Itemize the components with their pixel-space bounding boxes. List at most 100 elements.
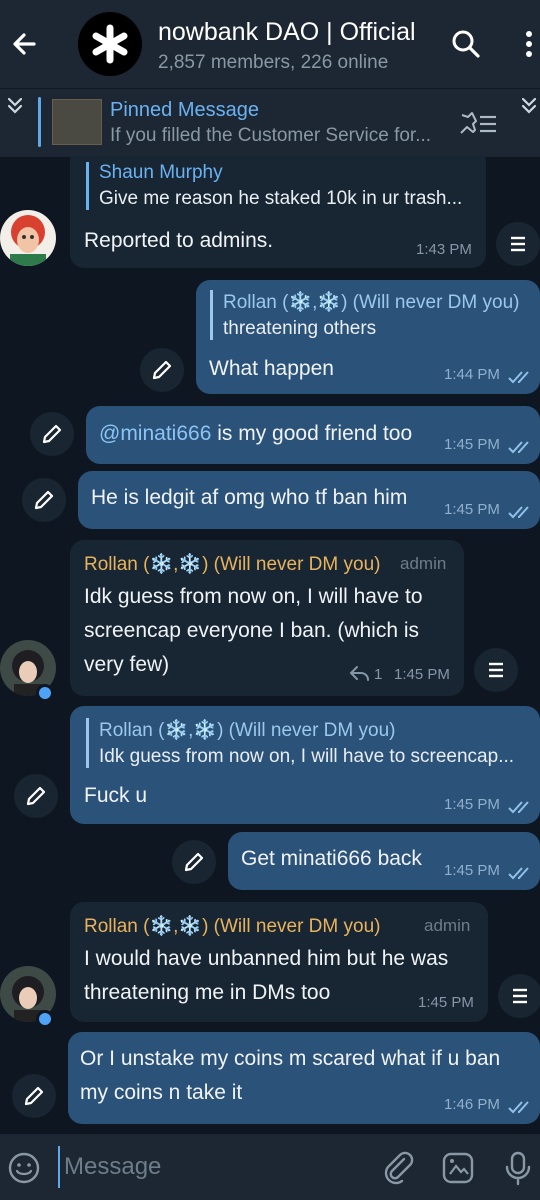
edit-button[interactable]: [30, 412, 74, 456]
message-time: 1:45 PM: [444, 862, 500, 879]
reply-quote[interactable]: Rollan (❄️,❄️) (Will never DM you) Idk g…: [86, 718, 539, 768]
reply-sender: Rollan (❄️,❄️) (Will never DM you): [223, 292, 520, 313]
pencil-icon: [152, 360, 172, 380]
asterisk-logo-icon: [92, 24, 128, 64]
hamburger-icon: [511, 236, 525, 252]
message-time: 1:44 PM: [444, 366, 500, 383]
edit-button[interactable]: [22, 478, 66, 522]
edit-button[interactable]: [12, 1074, 56, 1118]
message-line: my coins n take it: [80, 1081, 243, 1104]
message-line: threatening me in DMs too: [84, 981, 331, 1004]
reply-text: Give me reason he staked 10k in ur trash…: [99, 188, 463, 209]
message-menu-button[interactable]: [498, 974, 540, 1018]
read-checkmarks-icon: [508, 506, 529, 519]
group-avatar[interactable]: [78, 12, 142, 76]
message-input[interactable]: [58, 1146, 366, 1188]
message-time: 1:45 PM: [394, 666, 450, 683]
attach-paperclip-icon[interactable]: [380, 1150, 416, 1186]
reply-arrow-icon: [349, 666, 369, 681]
edit-button[interactable]: [140, 348, 184, 392]
member-count: 2,857 members, 226 online: [158, 52, 389, 73]
read-checkmarks-icon: [508, 441, 529, 454]
sender-name[interactable]: Rollan (❄️,❄️) (Will never DM you): [84, 552, 380, 576]
message-line: I would have unbanned him but he was: [84, 947, 449, 970]
pencil-icon: [26, 786, 46, 806]
hamburger-icon: [513, 988, 527, 1004]
reply-text: threatening others: [223, 318, 377, 339]
edit-button[interactable]: [172, 840, 216, 884]
message-text: I would have unbanned him but he was thr…: [84, 942, 448, 1010]
chat-title[interactable]: nowbank DAO | Official: [158, 18, 440, 47]
message-text: Reported to admins.: [84, 229, 274, 252]
chevron-double-down-icon[interactable]: [518, 95, 540, 117]
read-checkmarks-icon: [508, 371, 529, 384]
message-composer: [0, 1134, 540, 1200]
message-time: 1:45 PM: [444, 501, 500, 518]
sticker-icon[interactable]: [440, 1150, 476, 1186]
more-vertical-icon[interactable]: [522, 28, 536, 60]
pinned-text: If you filled the Customer Service for..…: [110, 125, 432, 146]
pinned-thumbnail: [52, 99, 102, 145]
microphone-icon[interactable]: [500, 1150, 536, 1186]
search-icon[interactable]: [450, 28, 482, 60]
back-arrow-icon[interactable]: [8, 24, 40, 64]
message-time: 1:45 PM: [444, 796, 500, 813]
message-menu-button[interactable]: [474, 648, 518, 692]
message-text: He is ledgit af omg who tf ban him: [91, 486, 408, 509]
online-indicator: [36, 1010, 54, 1028]
reply-quote[interactable]: Rollan (❄️,❄️) (Will never DM you) threa…: [210, 290, 540, 340]
message-bubble-incoming[interactable]: Rollan (❄️,❄️) (Will never DM you) admin…: [70, 540, 464, 696]
message-bubble-outgoing[interactable]: Or I unstake my coins m scared what if u…: [68, 1032, 540, 1124]
reply-count[interactable]: 1: [374, 666, 382, 683]
hamburger-icon: [489, 662, 503, 678]
message-time: 1:45 PM: [444, 436, 500, 453]
message-time: 1:46 PM: [444, 1096, 500, 1113]
admin-badge: admin: [400, 554, 447, 573]
edit-button[interactable]: [14, 774, 58, 818]
pinned-message-bar[interactable]: Pinned Message If you filled the Custome…: [0, 88, 540, 157]
message-text: Get minati666 back: [241, 847, 422, 870]
read-checkmarks-icon: [508, 1101, 529, 1114]
emoji-icon[interactable]: [6, 1150, 42, 1186]
mention-link[interactable]: @minati666: [99, 422, 211, 445]
message-bubble-incoming[interactable]: Rollan (❄️,❄️) (Will never DM you) admin…: [70, 902, 488, 1022]
pencil-icon: [42, 424, 62, 444]
pinned-title: Pinned Message: [110, 99, 259, 121]
message-bubble-outgoing[interactable]: Rollan (❄️,❄️) (Will never DM you) threa…: [196, 280, 540, 394]
reply-text: Idk guess from now on, I will have to sc…: [99, 746, 515, 767]
online-indicator: [36, 684, 54, 702]
message-bubble-outgoing[interactable]: Get minati666 back 1:45 PM: [228, 832, 540, 890]
sender-avatar[interactable]: [0, 210, 56, 266]
message-line: very few): [84, 653, 170, 676]
message-text: Idk guess from now on, I will have to sc…: [84, 580, 423, 682]
message-menu-button[interactable]: [496, 222, 540, 266]
message-time: 1:43 PM: [416, 241, 472, 258]
read-checkmarks-icon: [508, 801, 529, 814]
message-list[interactable]: Shaun Murphy Give me reason he staked 10…: [0, 156, 540, 1134]
reply-sender: Rollan (❄️,❄️) (Will never DM you): [99, 720, 396, 741]
message-text: Or I unstake my coins m scared what if u…: [80, 1042, 500, 1110]
reply-sender: Shaun Murphy: [99, 162, 223, 183]
message-bubble-outgoing[interactable]: He is ledgit af omg who tf ban him 1:45 …: [78, 471, 540, 529]
message-bubble-incoming[interactable]: Shaun Murphy Give me reason he staked 10…: [70, 156, 486, 268]
message-time: 1:45 PM: [418, 994, 474, 1011]
unpin-list-icon[interactable]: [456, 109, 500, 137]
pencil-icon: [24, 1086, 44, 1106]
read-checkmarks-icon: [508, 867, 529, 880]
message-text: @minati666 is my good friend too: [99, 417, 412, 451]
user-avatar-icon: [0, 210, 56, 266]
message-text: Fuck u: [84, 784, 148, 807]
sender-name[interactable]: Rollan (❄️,❄️) (Will never DM you): [84, 914, 380, 938]
message-line: screencap everyone I ban. (which is: [84, 619, 420, 642]
message-bubble-outgoing[interactable]: Rollan (❄️,❄️) (Will never DM you) Idk g…: [70, 706, 540, 824]
admin-badge: admin: [424, 916, 471, 935]
message-bubble-outgoing[interactable]: @minati666 is my good friend too 1:45 PM: [86, 406, 540, 464]
message-text-part: is my good friend too: [211, 422, 413, 445]
chevron-double-down-icon[interactable]: [4, 95, 26, 117]
pencil-icon: [184, 852, 204, 872]
message-text: What happen: [209, 357, 334, 380]
reply-quote[interactable]: Shaun Murphy Give me reason he staked 10…: [86, 162, 479, 210]
message-line: Idk guess from now on, I will have to: [84, 585, 423, 608]
message-line: Or I unstake my coins m scared what if u…: [80, 1047, 501, 1070]
pinned-indicator: [38, 97, 41, 147]
